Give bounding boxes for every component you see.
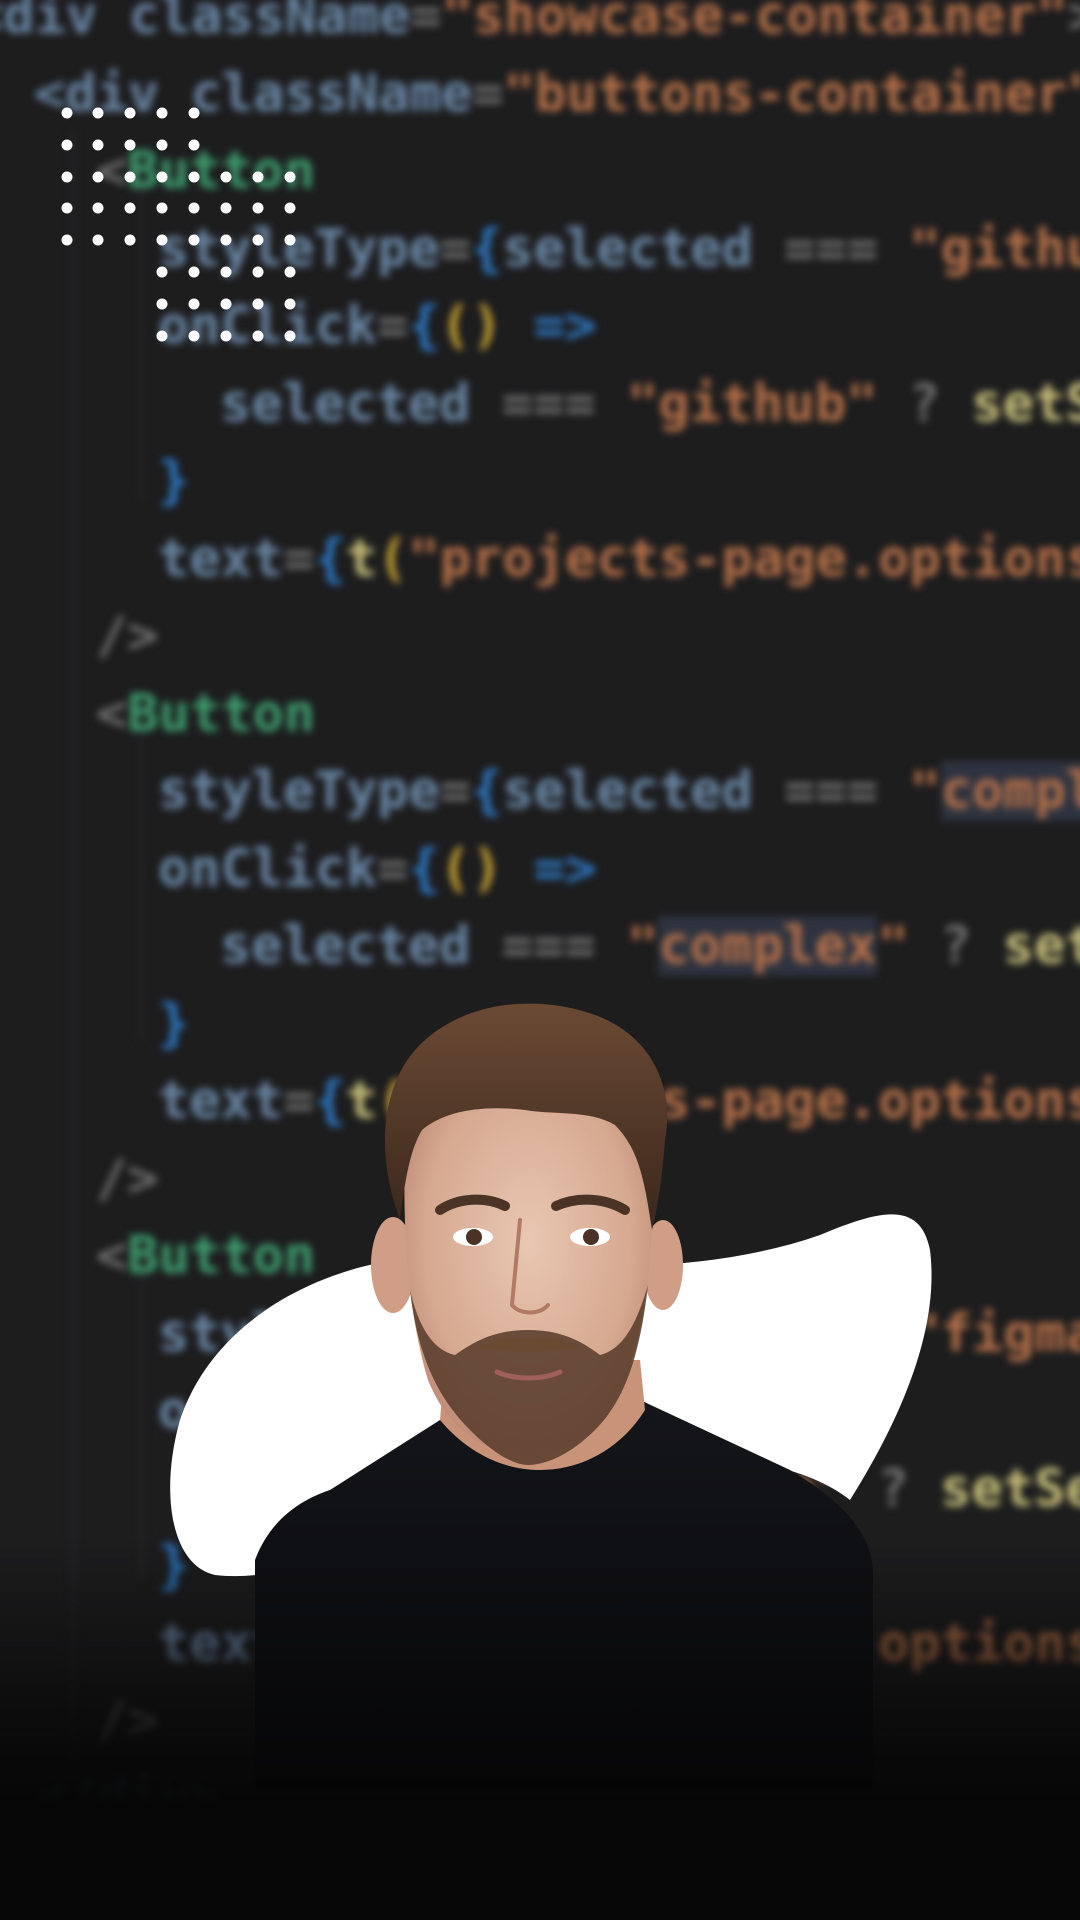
right-iris xyxy=(583,1229,599,1245)
left-iris xyxy=(466,1229,482,1245)
portrait-illustration xyxy=(170,1003,932,1790)
stage: <div className="showcase-container"><div… xyxy=(0,0,1080,1920)
